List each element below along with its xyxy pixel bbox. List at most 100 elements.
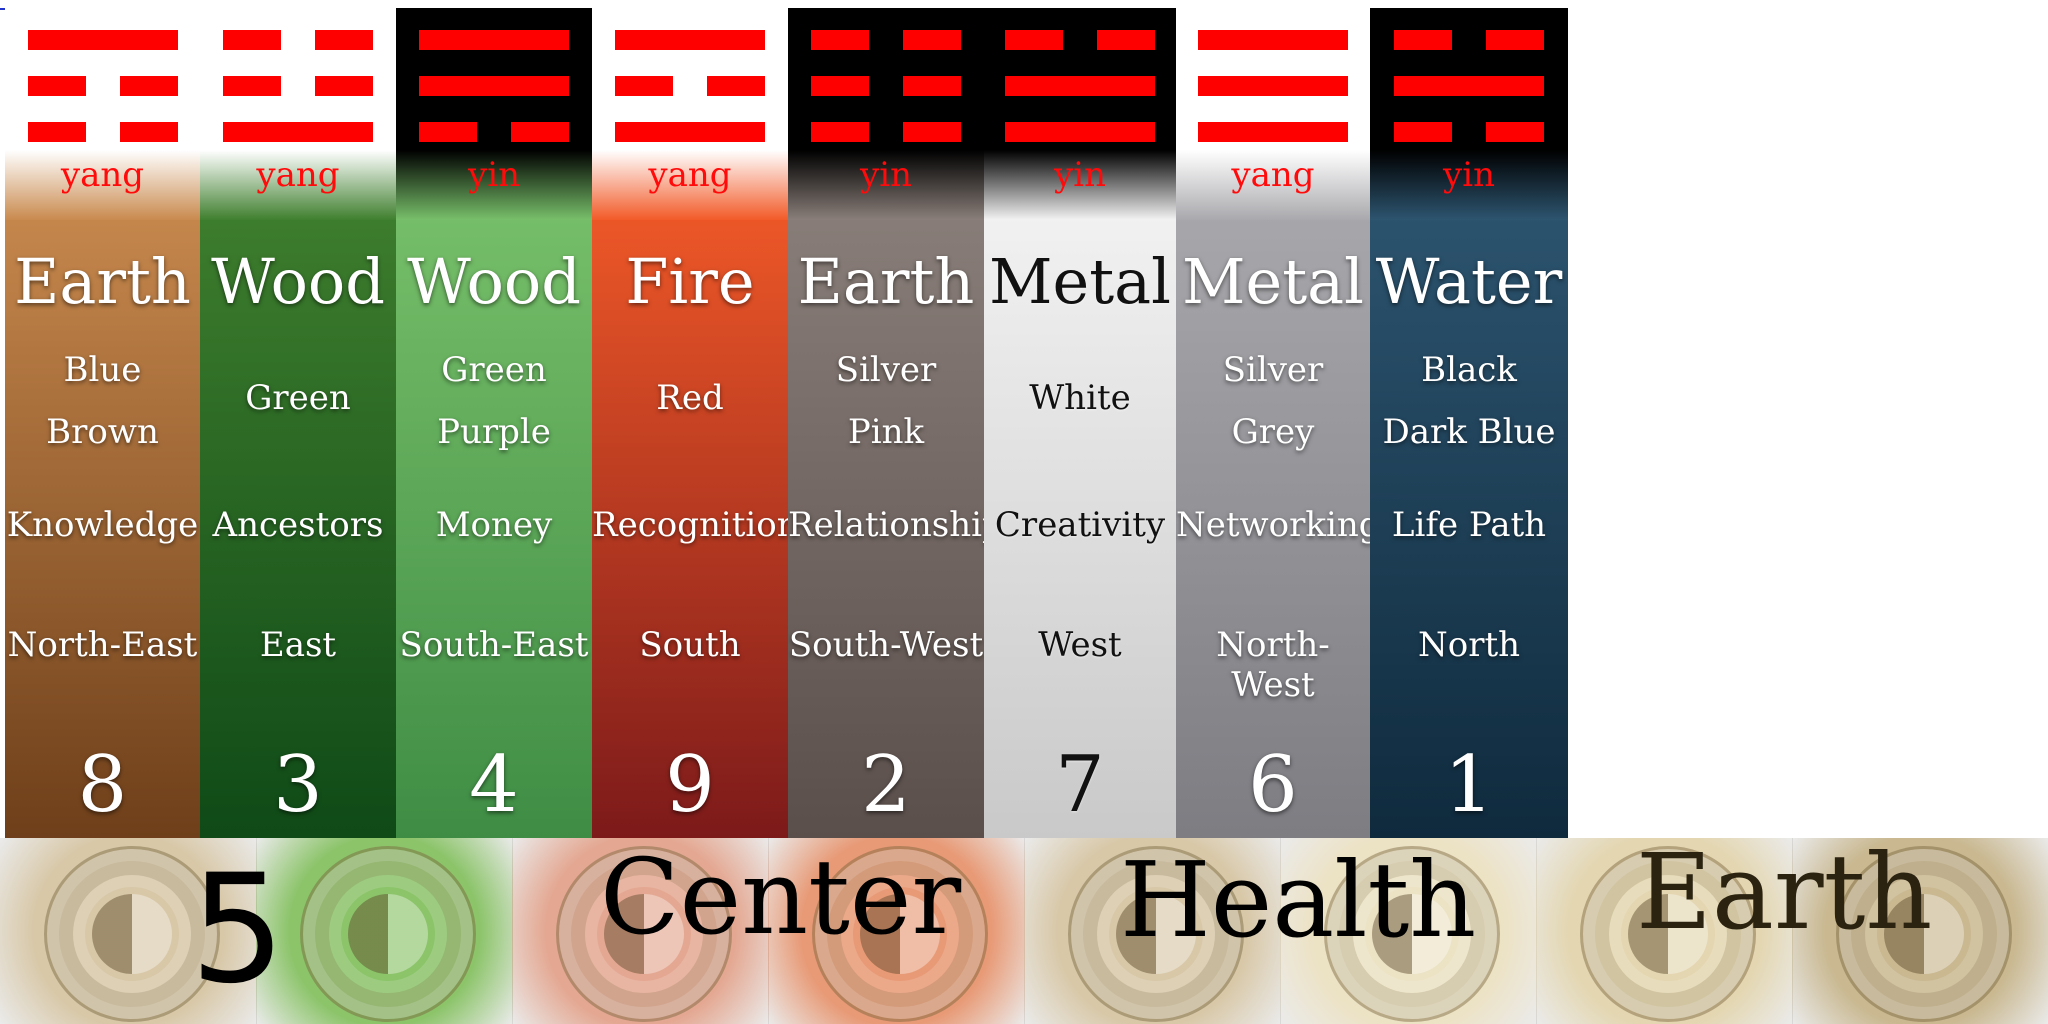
trigram-broken-line (903, 122, 961, 142)
trigram-broken-line (1486, 122, 1544, 142)
yin-yang-icon (299, 846, 476, 1022)
polarity-label: yin (860, 155, 912, 195)
color-label: Black (1421, 350, 1517, 390)
trigram-broken-line (811, 76, 869, 96)
trigram-thunder-icon (223, 30, 373, 152)
trigram-broken-line (223, 30, 281, 50)
color-label: Green (245, 378, 351, 418)
trigram-earth-icon (811, 30, 961, 152)
trigram-broken-line (119, 122, 178, 142)
trigram-solid-line (27, 30, 178, 50)
trigram-solid-line (223, 122, 373, 142)
aspiration-label: Ancestors (212, 505, 384, 545)
element-label: Earth (797, 245, 975, 318)
column-4: yin Earth Silver Pink Relationships South-Wes… (788, 0, 984, 838)
trigram-lake-icon (1005, 30, 1155, 152)
element-label: Metal (989, 245, 1171, 318)
element-label: Earth (14, 245, 191, 318)
column-5: yin Metal White Creativity West 7 (984, 0, 1176, 838)
color-label: Dark Blue (1382, 412, 1556, 452)
column-7: yin Water Black Dark Blue Life Path North 1 (1370, 0, 1568, 838)
trigram-broken-line (1005, 30, 1063, 50)
color-label: Red (656, 378, 724, 418)
column-3: yang Fire Red Recognition South 9 (592, 0, 788, 838)
trigram-broken-line (811, 122, 869, 142)
trigram-broken-line (1394, 30, 1452, 50)
trigram-wind-icon (419, 30, 569, 152)
trigram-broken-line (707, 76, 765, 96)
trigram-water-icon (1394, 30, 1544, 152)
polarity-label: yang (60, 155, 145, 195)
trigram-broken-line (119, 76, 178, 96)
direction-label: South-East (399, 625, 589, 665)
number-label: 4 (469, 740, 519, 830)
direction-label: North-West (1216, 625, 1330, 705)
direction-label: East (259, 625, 337, 665)
trigram-broken-line (315, 30, 373, 50)
number-label: 1 (1444, 740, 1494, 830)
trigram-solid-line (419, 30, 569, 50)
element-label: Wood (211, 245, 385, 318)
direction-label: South-West (788, 625, 984, 665)
center-aspiration: Health (1120, 839, 1477, 961)
column-2: yin Wood Green Purple Money South-East 4 (396, 0, 592, 838)
aspiration-label: Relationships (788, 505, 984, 545)
element-label: Fire (625, 245, 755, 318)
element-label: Wood (407, 245, 581, 318)
element-label: Water (1375, 245, 1563, 318)
trigram-broken-line (27, 76, 86, 96)
trigram-fire-icon (615, 30, 765, 152)
trigram-broken-line (811, 30, 869, 50)
trigram-broken-line (419, 122, 477, 142)
aspiration-label: Creativity (994, 505, 1166, 545)
trigram-solid-line (1198, 30, 1348, 50)
color-label: Grey (1231, 412, 1315, 452)
color-label: Silver (1222, 350, 1324, 390)
trigram-broken-line (511, 122, 569, 142)
direction-label: North-East (7, 625, 198, 665)
yin-yang-tile (256, 838, 513, 1024)
number-label: 6 (1248, 740, 1298, 830)
polarity-label: yang (1231, 155, 1315, 195)
aspiration-label: Knowledge (6, 505, 199, 545)
trigram-solid-line (1005, 76, 1155, 96)
direction-label: South (639, 625, 741, 665)
trigram-broken-line (615, 76, 673, 96)
color-label: Silver (835, 350, 937, 390)
number-label: 7 (1055, 740, 1105, 830)
trigram-solid-line (1394, 76, 1544, 96)
trigram-mountain-icon (27, 30, 178, 152)
number-label: 9 (665, 740, 715, 830)
number-label: 8 (77, 740, 128, 830)
center-number: 5 (190, 843, 286, 1017)
polarity-label: yin (1054, 155, 1106, 195)
aspiration-label: Money (435, 505, 553, 545)
center-direction: Center (600, 836, 962, 958)
color-label: Purple (437, 412, 551, 452)
trigram-broken-line (1394, 122, 1452, 142)
polarity-label: yang (648, 155, 732, 195)
color-label: White (1029, 378, 1131, 418)
color-label: Pink (847, 412, 925, 452)
column-1: yang Wood Green Ancestors East 3 (200, 0, 396, 838)
trigram-broken-line (1097, 30, 1155, 50)
number-label: 3 (273, 740, 323, 830)
trigram-broken-line (903, 30, 961, 50)
element-label: Metal (1182, 245, 1364, 318)
trigram-solid-line (615, 30, 765, 50)
polarity-label: yin (468, 155, 520, 195)
trigram-heaven-icon (1198, 30, 1348, 152)
trigram-broken-line (27, 122, 86, 142)
color-label: Blue (63, 350, 142, 390)
column-6: yang Metal Silver Grey Networking North-West 6 (1176, 0, 1370, 838)
bagua-chart: yang Earth Blue Brown Knowledge North-East 8 ya… (0, 0, 2048, 1024)
trigram-broken-line (223, 76, 281, 96)
trigram-broken-line (903, 76, 961, 96)
aspiration-label: Networking (1176, 505, 1370, 545)
color-label: Brown (46, 412, 159, 452)
aspiration-label: Recognition (592, 505, 788, 545)
color-label: Green (441, 350, 547, 390)
polarity-label: yin (1443, 155, 1495, 195)
direction-label: North (1417, 625, 1521, 665)
column-0: yang Earth Blue Brown Knowledge North-East 8 (5, 0, 200, 838)
